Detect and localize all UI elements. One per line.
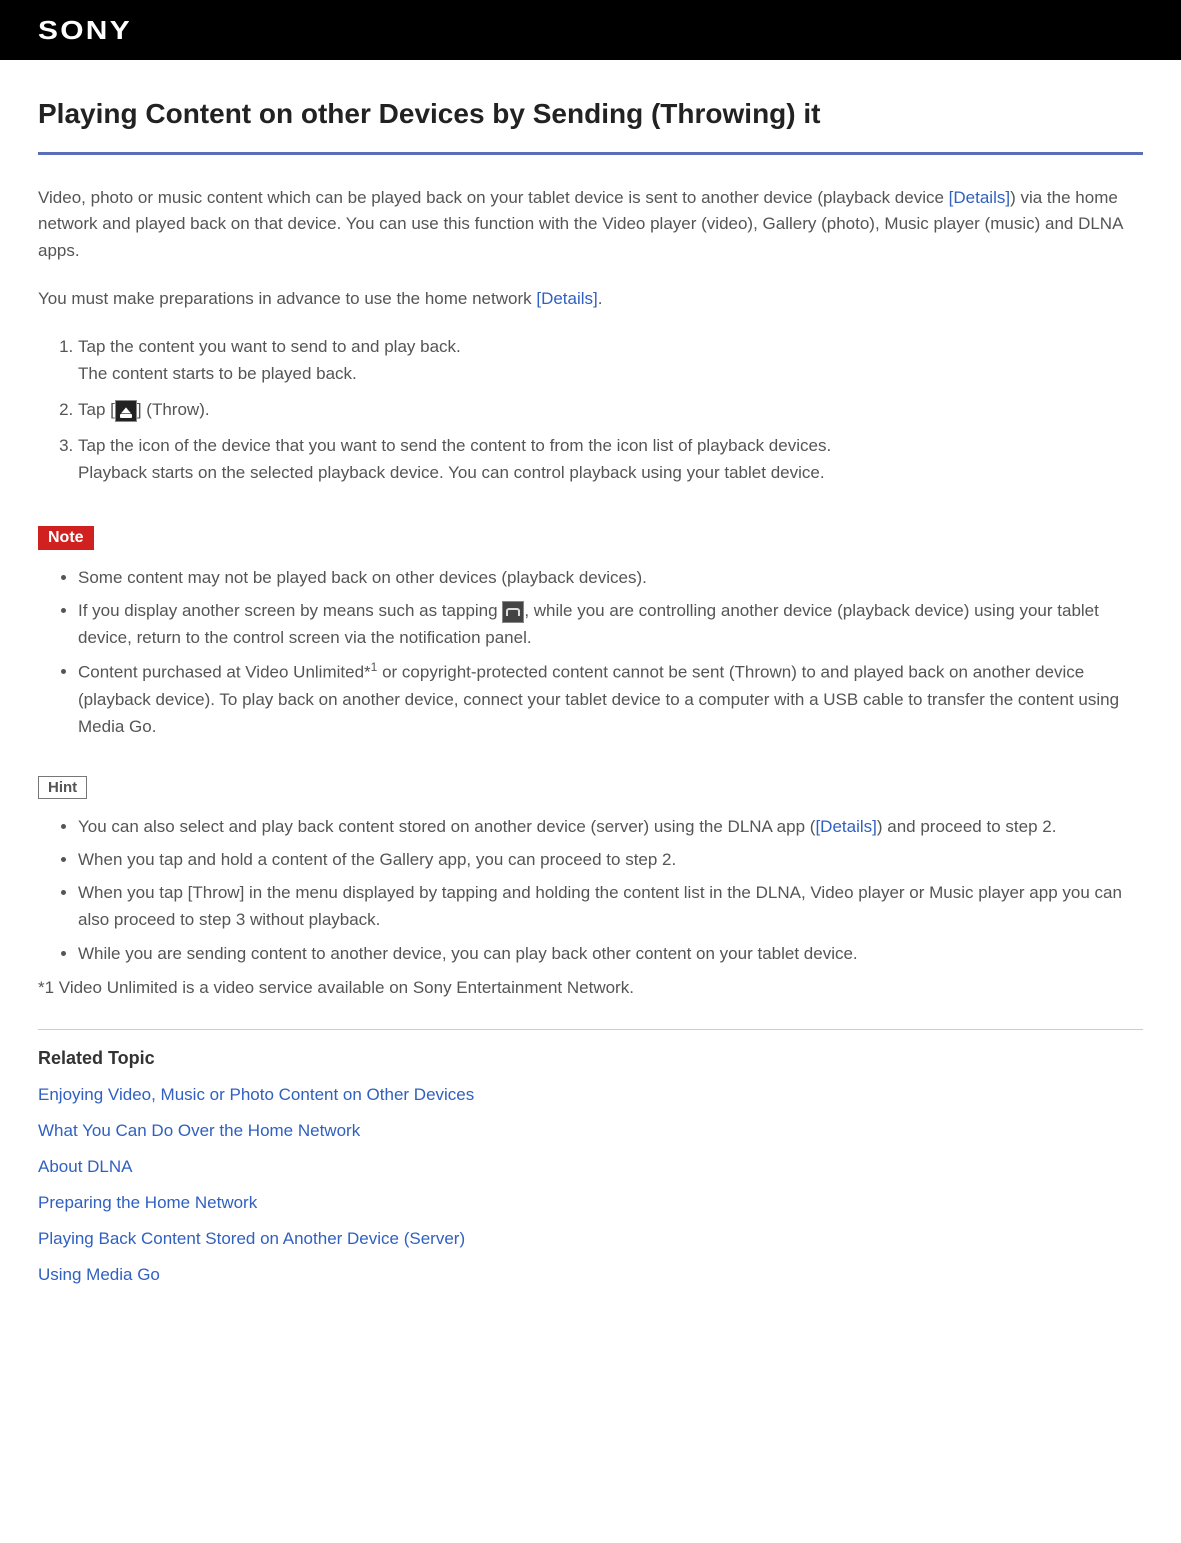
hint-item-1: You can also select and play back conten… [78, 813, 1143, 840]
intro-text-1: Video, photo or music content which can … [38, 188, 949, 207]
title-rule [38, 152, 1143, 155]
related-links: Enjoying Video, Music or Photo Content o… [38, 1085, 1143, 1285]
sony-logo: SONY [38, 15, 132, 46]
note-item-1: Some content may not be played back on o… [78, 564, 1143, 591]
prep-text-2: . [598, 289, 603, 308]
related-link-home-network-can-do[interactable]: What You Can Do Over the Home Network [38, 1121, 1143, 1141]
note-label: Note [38, 526, 94, 550]
header-bar: SONY [0, 0, 1181, 60]
hint-1-post: ) and proceed to step 2. [877, 817, 1057, 836]
step-1-sub: The content starts to be played back. [78, 361, 1143, 387]
step-1-main: Tap the content you want to send to and … [78, 337, 461, 356]
prep-paragraph: You must make preparations in advance to… [38, 286, 1143, 312]
step-1: Tap the content you want to send to and … [78, 334, 1143, 387]
note-2-pre: If you display another screen by means s… [78, 601, 502, 620]
step-2: Tap [ ] (Throw). [78, 397, 1143, 423]
prep-text-1: You must make preparations in advance to… [38, 289, 536, 308]
details-link-playback-device[interactable]: [Details] [949, 188, 1010, 207]
footnote: *1 Video Unlimited is a video service av… [38, 975, 1143, 1001]
related-link-enjoying-content[interactable]: Enjoying Video, Music or Photo Content o… [38, 1085, 1143, 1105]
note-list: Some content may not be played back on o… [38, 564, 1143, 740]
step-3-main: Tap the icon of the device that you want… [78, 436, 831, 455]
section-rule [38, 1029, 1143, 1030]
home-icon [502, 601, 524, 623]
hint-item-2: When you tap and hold a content of the G… [78, 846, 1143, 873]
note-item-2: If you display another screen by means s… [78, 597, 1143, 651]
hint-1-pre: You can also select and play back conten… [78, 817, 815, 836]
step-3-sub: Playback starts on the selected playback… [78, 460, 1143, 486]
related-link-playing-back-server[interactable]: Playing Back Content Stored on Another D… [38, 1229, 1143, 1249]
step-2-post: ] (Throw). [137, 400, 210, 419]
note-item-3: Content purchased at Video Unlimited*1 o… [78, 658, 1143, 740]
hint-list: You can also select and play back conten… [38, 813, 1143, 967]
hint-item-3: When you tap [Throw] in the menu display… [78, 879, 1143, 933]
note-3-pre: Content purchased at Video Unlimited* [78, 662, 371, 681]
details-link-dlna[interactable]: [Details] [815, 817, 876, 836]
details-link-home-network[interactable]: [Details] [536, 289, 597, 308]
hint-item-4: While you are sending content to another… [78, 940, 1143, 967]
page-title: Playing Content on other Devices by Send… [38, 98, 1143, 130]
related-link-preparing-home-network[interactable]: Preparing the Home Network [38, 1193, 1143, 1213]
step-3: Tap the icon of the device that you want… [78, 433, 1143, 486]
intro-paragraph: Video, photo or music content which can … [38, 185, 1143, 264]
related-link-media-go[interactable]: Using Media Go [38, 1265, 1143, 1285]
related-link-about-dlna[interactable]: About DLNA [38, 1157, 1143, 1177]
hint-label: Hint [38, 776, 87, 799]
steps-list: Tap the content you want to send to and … [38, 334, 1143, 486]
main-content: Playing Content on other Devices by Send… [0, 60, 1181, 1339]
throw-icon [115, 400, 137, 422]
related-heading: Related Topic [38, 1048, 1143, 1069]
step-2-pre: Tap [ [78, 400, 115, 419]
